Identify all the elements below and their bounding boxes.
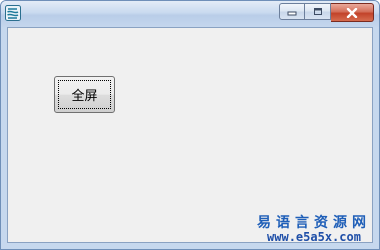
minimize-icon <box>287 11 297 15</box>
app-window: 全屏 <box>0 0 380 250</box>
minimize-button[interactable] <box>279 3 305 20</box>
maximize-icon <box>313 8 322 15</box>
client-area: 全屏 <box>7 27 373 243</box>
caption-buttons <box>279 3 374 22</box>
focus-ring <box>58 80 111 109</box>
app-icon[interactable] <box>5 5 21 21</box>
watermark-url: www.e5a5x.com <box>267 230 361 245</box>
maximize-button[interactable] <box>305 3 331 20</box>
close-icon <box>346 7 358 18</box>
watermark: 易语言资源网 www.e5a5x.com <box>254 215 374 245</box>
title-bar[interactable] <box>1 1 379 27</box>
watermark-title: 易语言资源网 <box>257 215 371 232</box>
fullscreen-button[interactable]: 全屏 <box>54 76 115 113</box>
close-button[interactable] <box>331 3 374 22</box>
